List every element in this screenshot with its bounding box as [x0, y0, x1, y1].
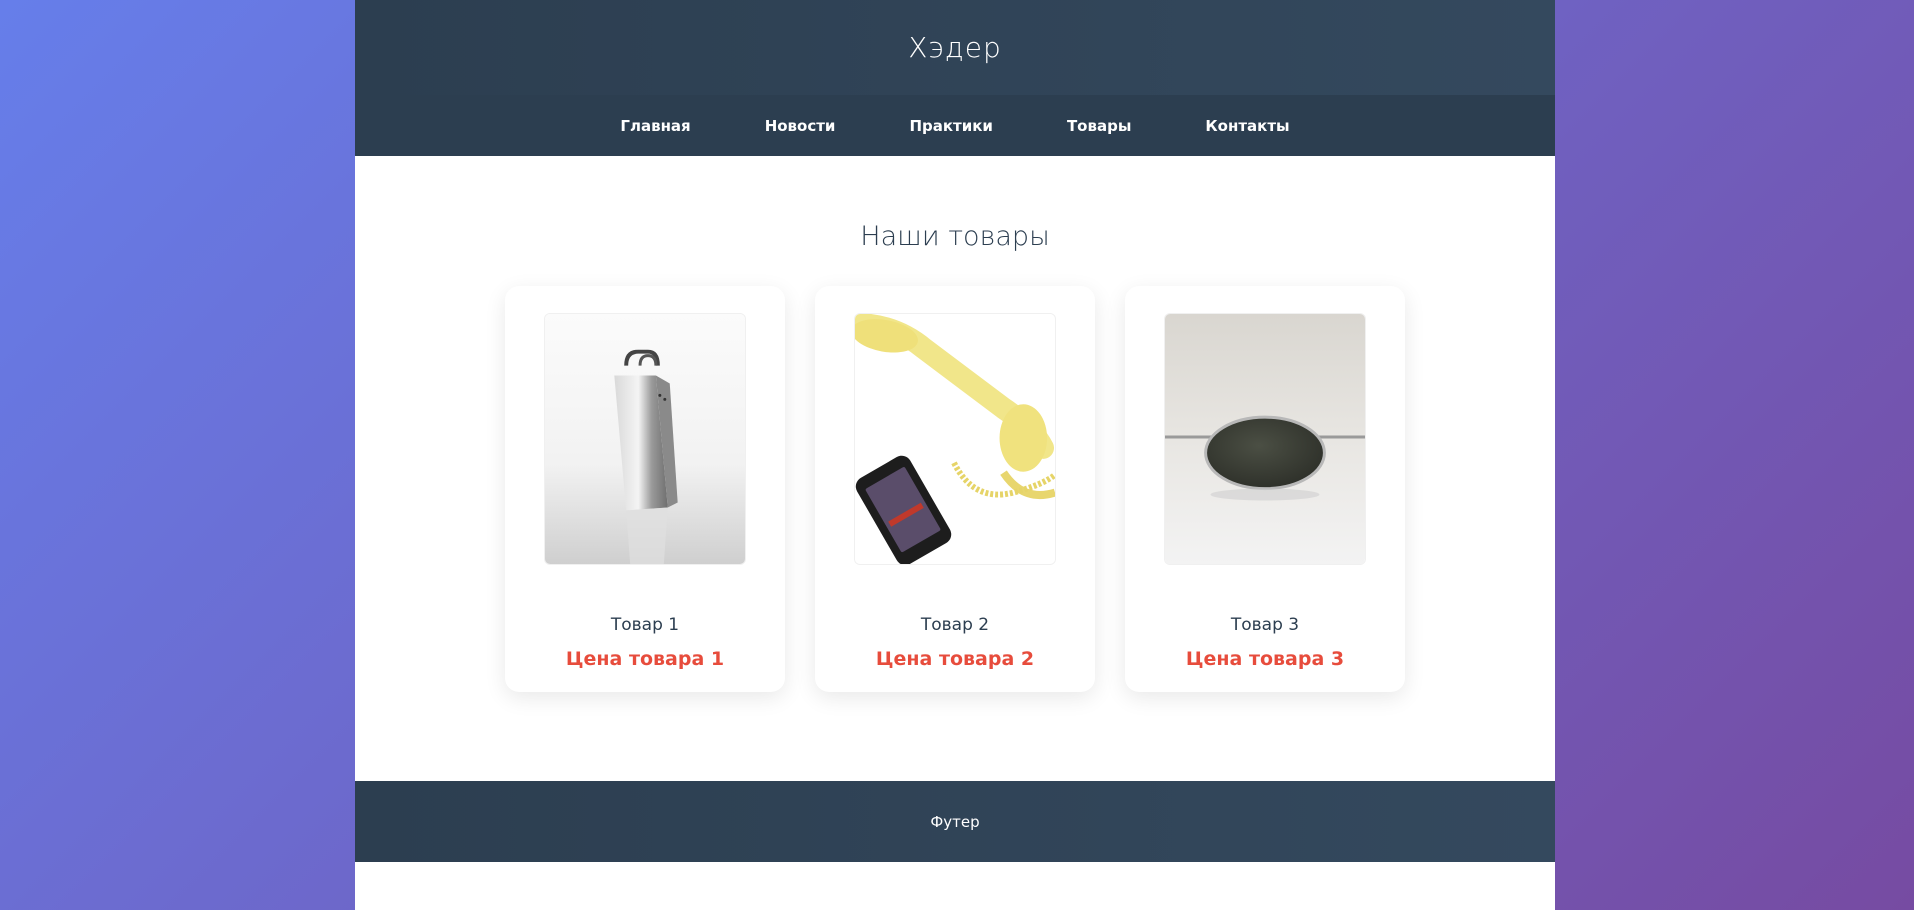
product-price: Цена товара 1 [565, 648, 725, 670]
section-title: Наши товары [860, 221, 1050, 252]
phone-handset-image [854, 313, 1056, 565]
main-content: Наши товары Товар 1 Цена товара 1 Товар … [355, 156, 1555, 781]
product-name: Товар 3 [1230, 615, 1300, 635]
page-container: Хэдер Главная Новости Практики Товары Ко… [355, 0, 1555, 910]
footer-text: Футер [930, 812, 980, 831]
product-name: Товар 2 [920, 615, 990, 635]
nav-item-news[interactable]: Новости [728, 109, 873, 143]
product-list: Товар 1 Цена товара 1 Товар 2 Цена товар… [505, 286, 1405, 692]
nav-item-contacts[interactable]: Контакты [1168, 109, 1326, 143]
product-name: Товар 1 [610, 615, 680, 635]
product-price: Цена товара 2 [875, 648, 1035, 670]
product-card[interactable]: Товар 2 Цена товара 2 [815, 286, 1095, 692]
grater-image [544, 313, 746, 565]
sunglasses-image [1164, 313, 1366, 565]
nav-item-products[interactable]: Товары [1030, 109, 1168, 143]
nav-item-practices[interactable]: Практики [872, 109, 1030, 143]
main-nav: Главная Новости Практики Товары Контакты [355, 95, 1555, 156]
header-title: Хэдер [908, 31, 1002, 64]
site-footer: Футер [355, 781, 1555, 862]
product-card[interactable]: Товар 3 Цена товара 3 [1125, 286, 1405, 692]
product-price: Цена товара 3 [1185, 648, 1345, 670]
site-header: Хэдер [355, 0, 1555, 95]
nav-item-home[interactable]: Главная [583, 109, 727, 143]
product-card[interactable]: Товар 1 Цена товара 1 [505, 286, 785, 692]
